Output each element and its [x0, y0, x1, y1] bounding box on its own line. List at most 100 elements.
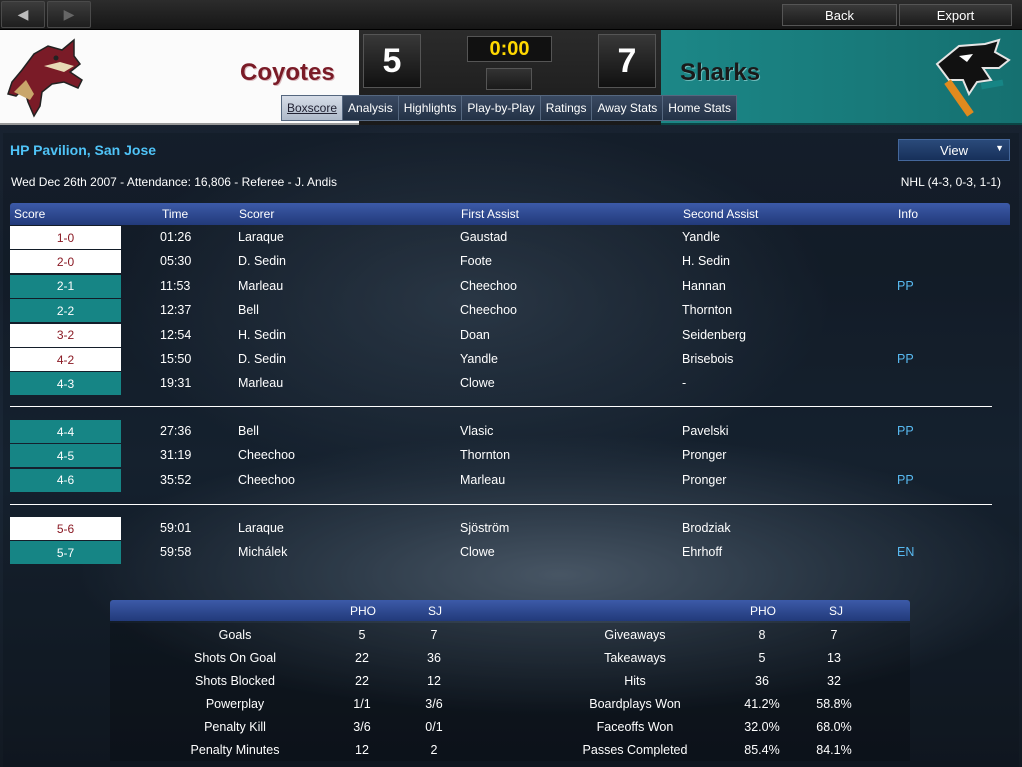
- export-button[interactable]: Export: [899, 4, 1012, 26]
- stat-home-value-right: 5: [758, 651, 766, 665]
- goal-time: 12:54: [160, 327, 192, 342]
- tab-ratings[interactable]: Ratings: [539, 95, 593, 121]
- goal-scorer: Laraque: [238, 521, 284, 535]
- stat-home-value-left: 22: [355, 674, 369, 688]
- venue-name: HP Pavilion, San Jose: [10, 142, 157, 158]
- goal-score-cell: 2-1: [10, 274, 121, 298]
- stat-home-value-left: 3/6: [353, 720, 371, 734]
- goal-scorer: Bell: [238, 303, 259, 318]
- goal-score-cell: 4-4: [10, 420, 121, 443]
- goal-row[interactable]: 4-6 35:52 Cheechoo Marleau Pronger PP: [10, 468, 1010, 492]
- nav-back-button[interactable]: ◀: [1, 1, 45, 28]
- stat-away-value-left: 2: [430, 743, 438, 757]
- goal-second-assist: Hannan: [682, 278, 726, 293]
- goal-scorer: D. Sedin: [238, 352, 286, 366]
- stat-label-right: Takeaways: [604, 651, 666, 665]
- stat-row: Shots On Goal 22 36 Takeaways 5 13: [110, 646, 910, 669]
- goal-scorer: Marleau: [238, 278, 284, 293]
- goal-row[interactable]: 4-5 31:19 Cheechoo Thornton Pronger: [10, 444, 1010, 468]
- goal-row[interactable]: 4-4 27:36 Bell Vlasic Pavelski PP: [10, 420, 1010, 443]
- goal-first-assist: Thornton: [460, 448, 511, 463]
- goal-first-assist: Yandle: [460, 352, 498, 366]
- tab-play-by-play[interactable]: Play-by-Play: [461, 95, 541, 121]
- boxscore-tabs: Boxscore Analysis Highlights Play-by-Pla…: [281, 95, 737, 123]
- league-record: NHL (4-3, 0-3, 1-1): [900, 175, 1001, 189]
- tab-analysis[interactable]: Analysis: [342, 95, 399, 121]
- stat-label-right: Faceoffs Won: [596, 720, 674, 734]
- goal-info: PP: [897, 352, 914, 366]
- stats-home-abbr-right: PHO: [750, 604, 777, 618]
- goal-row[interactable]: 2-0 05:30 D. Sedin Foote H. Sedin: [10, 250, 1010, 274]
- home-score: 5: [363, 34, 421, 88]
- goal-time: 15:50: [160, 352, 192, 366]
- goal-scorer: Marleau: [238, 376, 284, 391]
- goal-row[interactable]: 5-6 59:01 Laraque Sjöström Brodziak: [10, 517, 1010, 540]
- stat-home-value-right: 85.4%: [744, 743, 780, 757]
- goal-first-assist: Foote: [460, 254, 492, 269]
- col-score: Score: [14, 207, 46, 221]
- goal-first-assist: Clowe: [460, 376, 495, 391]
- goal-second-assist: H. Sedin: [682, 254, 730, 269]
- goal-second-assist: Ehrhoff: [682, 545, 723, 560]
- stat-home-value-left: 22: [355, 651, 369, 665]
- goal-row[interactable]: 1-0 01:26 Laraque Gaustad Yandle: [10, 226, 1010, 249]
- stat-home-value-right: 41.2%: [744, 697, 780, 711]
- goal-score-cell: 5-7: [10, 541, 121, 565]
- stat-home-value-right: 36: [755, 674, 769, 688]
- tab-boxscore[interactable]: Boxscore: [281, 95, 344, 121]
- home-team-name: Coyotes: [240, 59, 335, 86]
- goal-score-cell: 3-2: [10, 323, 121, 347]
- goal-info: EN: [897, 545, 915, 560]
- goal-row[interactable]: 3-2 12:54 H. Sedin Doan Seidenberg: [10, 323, 1010, 347]
- goal-first-assist: Cheechoo: [460, 278, 517, 293]
- col-scorer: Scorer: [239, 207, 275, 221]
- tab-home-stats[interactable]: Home Stats: [662, 95, 737, 121]
- nav-forward-button[interactable]: ▶: [47, 1, 91, 28]
- stat-row: Goals 5 7 Giveaways 8 7: [110, 623, 910, 646]
- col-info: Info: [898, 207, 919, 221]
- stat-away-value-left: 3/6: [425, 697, 443, 711]
- goal-info: PP: [897, 278, 914, 293]
- coyotes-logo-icon: [7, 38, 83, 118]
- stat-away-value-left: 36: [427, 651, 441, 665]
- goal-score-cell: 1-0: [10, 226, 121, 249]
- chevron-down-icon: ▼: [995, 143, 1004, 153]
- goal-scorer: H. Sedin: [238, 327, 286, 342]
- stat-label-left: Penalty Minutes: [190, 743, 280, 757]
- tab-away-stats[interactable]: Away Stats: [591, 95, 664, 121]
- away-score: 7: [598, 34, 656, 88]
- period-indicator: [486, 68, 532, 90]
- goal-score-cell: 2-0: [10, 250, 121, 274]
- goal-first-assist: Sjöström: [460, 521, 510, 535]
- arrow-right-icon: ▶: [63, 6, 75, 22]
- sharks-logo-icon: [935, 38, 1011, 117]
- goal-row[interactable]: 4-2 15:50 D. Sedin Yandle Brisebois PP: [10, 348, 1010, 371]
- goal-row[interactable]: 4-3 19:31 Marleau Clowe -: [10, 372, 1010, 396]
- stat-away-value-right: 58.8%: [816, 697, 852, 711]
- goal-second-assist: Brisebois: [682, 352, 734, 366]
- goal-score-cell: 4-2: [10, 348, 121, 371]
- stat-home-value-right: 32.0%: [744, 720, 780, 734]
- stat-label-right: Passes Completed: [582, 743, 688, 757]
- col-second-assist: Second Assist: [683, 207, 759, 221]
- goal-second-assist: Pavelski: [682, 424, 729, 438]
- goal-first-assist: Vlasic: [460, 424, 494, 438]
- goal-row[interactable]: 2-1 11:53 Marleau Cheechoo Hannan PP: [10, 274, 1010, 298]
- tab-highlights[interactable]: Highlights: [397, 95, 463, 121]
- stat-label-left: Penalty Kill: [204, 720, 266, 734]
- goal-time: 59:58: [160, 545, 192, 560]
- stat-label-left: Goals: [218, 628, 252, 642]
- goal-row[interactable]: 5-7 59:58 Michálek Clowe Ehrhoff EN: [10, 541, 1010, 565]
- stat-row: Penalty Kill 3/6 0/1 Faceoffs Won 32.0% 68.0%: [110, 715, 910, 738]
- stat-label-left: Shots Blocked: [195, 674, 275, 688]
- goal-time: 19:31: [160, 376, 192, 391]
- goal-scorer: Bell: [238, 424, 259, 438]
- view-dropdown[interactable]: View ▼: [898, 139, 1010, 161]
- goal-second-assist: Thornton: [682, 303, 733, 318]
- goal-row[interactable]: 2-2 12:37 Bell Cheechoo Thornton: [10, 299, 1010, 323]
- stats-home-abbr-left: PHO: [350, 604, 377, 618]
- stats-away-abbr-right: SJ: [829, 604, 844, 618]
- view-dropdown-label: View: [940, 142, 968, 158]
- goal-info: PP: [897, 472, 914, 487]
- back-button[interactable]: Back: [782, 4, 897, 26]
